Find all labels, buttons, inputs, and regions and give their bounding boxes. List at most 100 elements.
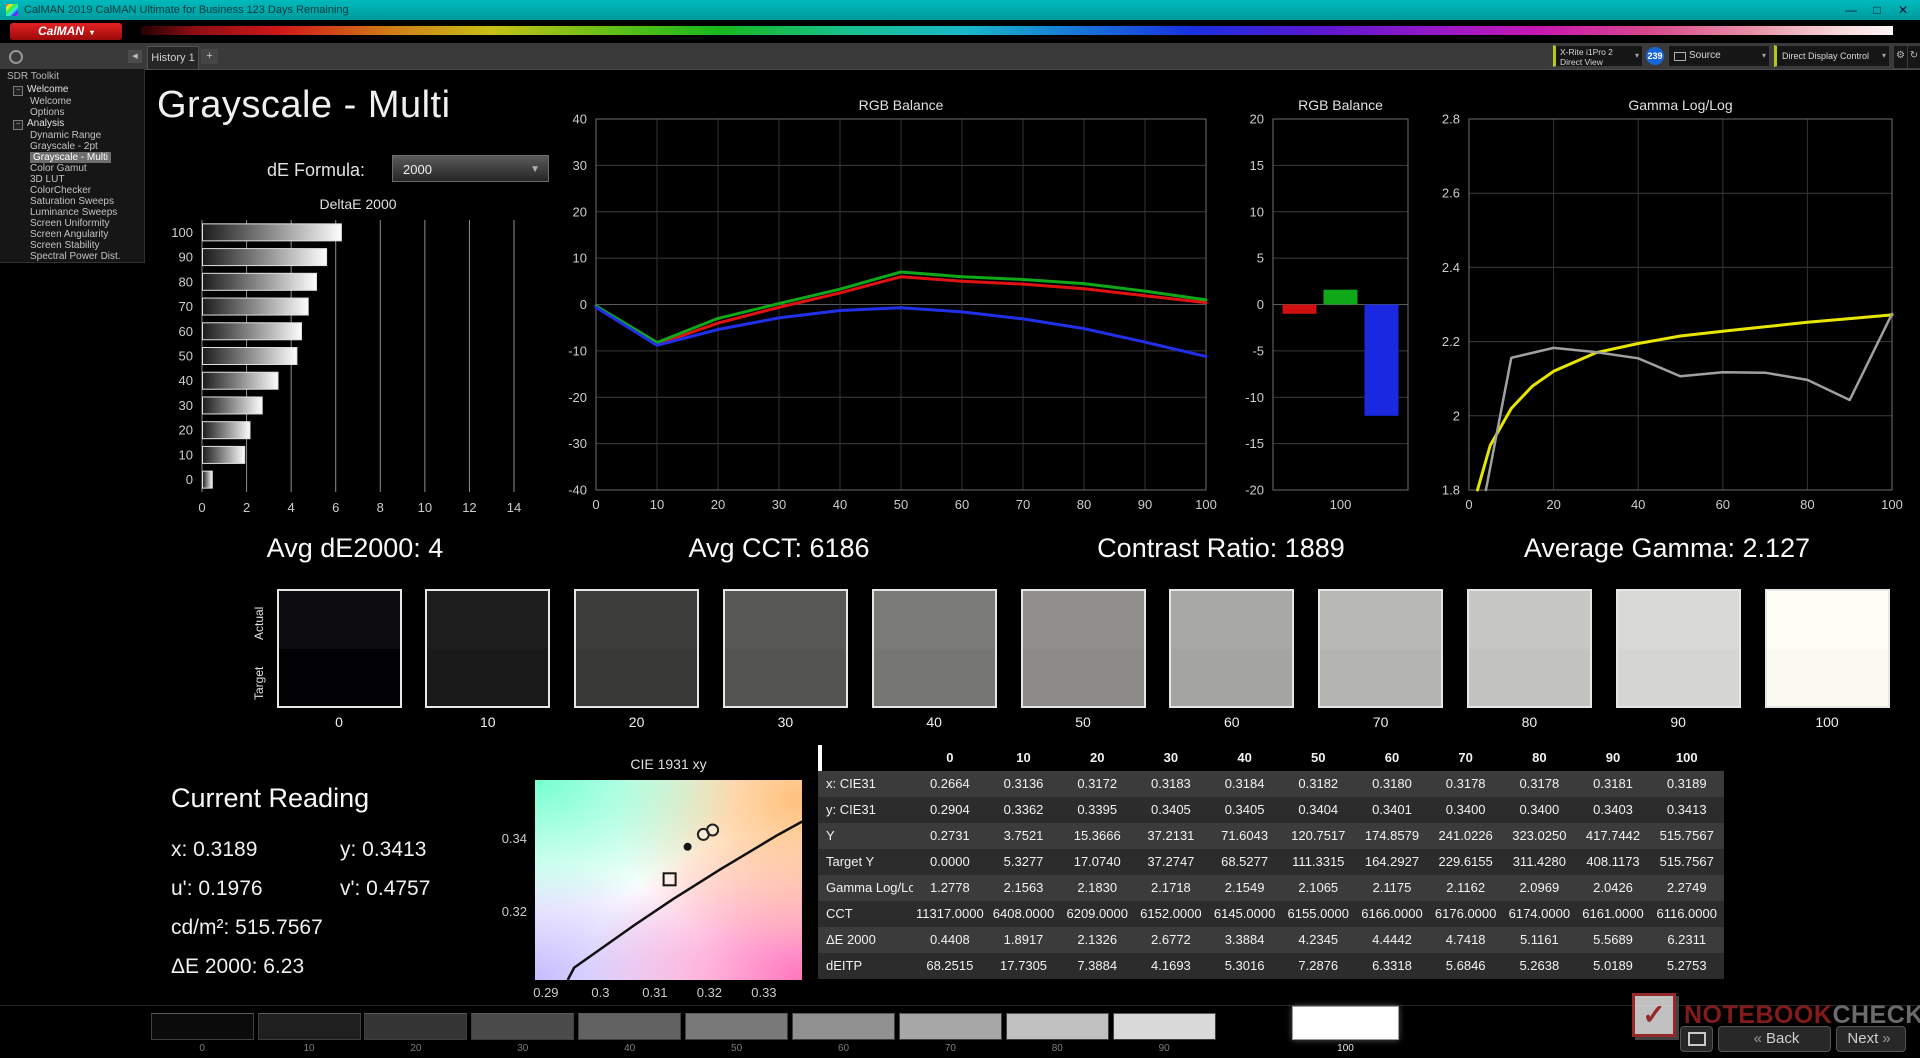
table-cell: 120.7517 — [1281, 823, 1355, 849]
table-cell: 5.2753 — [1650, 953, 1724, 979]
table-cell: 0.3172 — [1060, 771, 1134, 797]
grayscale-step-button-90[interactable] — [1113, 1013, 1216, 1040]
table-cell: 0.3181 — [1576, 771, 1650, 797]
table-header-cell: 40 — [1208, 745, 1282, 771]
table-cell: 0.3136 — [987, 771, 1061, 797]
sidebar-item-grayscale-2pt[interactable]: Grayscale - 2pt — [0, 141, 145, 152]
table-cell: 6174.0000 — [1503, 901, 1577, 927]
table-cell: 6408.0000 — [987, 901, 1061, 927]
calman-logo-button[interactable]: CalMAN▾ — [10, 23, 122, 40]
sidebar-item-screen-stability[interactable]: Screen Stability — [0, 240, 145, 251]
grayscale-step-button-80[interactable] — [1006, 1013, 1109, 1040]
table-cell: 0.3404 — [1281, 797, 1355, 823]
sidebar-item-spectral-power-dist-[interactable]: Spectral Power Dist. — [0, 251, 145, 262]
next-button[interactable]: Next» — [1836, 1026, 1906, 1052]
table-row-label: Target Y — [818, 849, 913, 875]
y-axis-tick-label: -10 — [568, 343, 587, 358]
settings-gear-icon[interactable]: ⚙ — [1893, 45, 1908, 69]
minimize-button[interactable]: — — [1838, 0, 1864, 20]
sidebar-item-welcome[interactable]: Welcome — [0, 96, 145, 107]
table-cell: 6.3318 — [1355, 953, 1429, 979]
table-cell: 6161.0000 — [1576, 901, 1650, 927]
avg-de-stat: Avg dE2000: 4 — [267, 533, 444, 564]
table-cell: 2.0426 — [1576, 875, 1650, 901]
sidebar-item-3d-lut[interactable]: 3D LUT — [0, 174, 145, 185]
table-row: y: CIE310.29040.33620.33950.34050.34050.… — [818, 797, 1724, 823]
table-cell: 164.2927 — [1355, 849, 1429, 875]
display-control-dropdown[interactable]: Direct Display Control ▾ — [1774, 45, 1890, 67]
meter-dropdown[interactable]: X-Rite i1Pro 2 Direct View ▾ — [1553, 45, 1643, 67]
sidebar-collapse-button[interactable]: ◀ — [128, 50, 142, 63]
grayscale-step-button-70[interactable] — [899, 1013, 1002, 1040]
y-axis-tick-label: 2.8 — [1442, 113, 1460, 127]
grayscale-step-button-40[interactable] — [578, 1013, 681, 1040]
sidebar-section-welcome[interactable]: −Welcome — [0, 84, 145, 96]
y-axis-tick-label: 2.2 — [1442, 334, 1460, 349]
y-axis-tick-label: 0 — [186, 472, 193, 487]
grayscale-step-button-30[interactable] — [471, 1013, 574, 1040]
grayscale-step-button-60[interactable] — [792, 1013, 895, 1040]
table-cell: 0.2664 — [913, 771, 987, 797]
add-tab-button[interactable]: + — [201, 49, 218, 64]
sidebar-item-luminance-sweeps[interactable]: Luminance Sweeps — [0, 207, 145, 218]
step-button-label: 50 — [717, 1043, 757, 1054]
sidebar-item-screen-angularity[interactable]: Screen Angularity — [0, 229, 145, 240]
sidebar-item-screen-uniformity[interactable]: Screen Uniformity — [0, 218, 145, 229]
close-button[interactable]: ✕ — [1890, 0, 1916, 20]
source-label: Source — [1689, 50, 1721, 61]
grayscale-step-button-50[interactable] — [685, 1013, 788, 1040]
y-axis-tick-label: 70 — [179, 299, 193, 314]
cie-chart-title: CIE 1931 xy — [535, 756, 802, 772]
table-cell: 15.3666 — [1060, 823, 1134, 849]
swatch-actual — [279, 591, 400, 649]
table-row: ΔE 20000.44081.89172.13262.67723.38844.2… — [818, 927, 1724, 953]
sidebar-section-label: Welcome — [27, 84, 69, 95]
step-button-label: 100 — [1326, 1043, 1366, 1054]
sidebar-item-dynamic-range[interactable]: Dynamic Range — [0, 130, 145, 141]
app-menu-icon[interactable] — [9, 50, 23, 64]
sidebar-item-saturation-sweeps[interactable]: Saturation Sweeps — [0, 196, 145, 207]
maximize-button[interactable]: □ — [1864, 0, 1890, 20]
table-row-label: Y — [818, 823, 913, 849]
measured-dot-marker — [684, 843, 692, 851]
refresh-icon[interactable]: ↻ — [1907, 45, 1920, 69]
table-accent-bar — [818, 745, 822, 771]
table-header-cell: 100 — [1650, 745, 1724, 771]
y-axis-tick-label: -40 — [568, 483, 587, 498]
table-cell: 0.2731 — [913, 823, 987, 849]
table-cell: 6155.0000 — [1281, 901, 1355, 927]
sidebar-item-grayscale-multi[interactable]: Grayscale - Multi — [0, 152, 145, 163]
deltae-bar — [203, 446, 245, 463]
sidebar-section-label: Analysis — [27, 118, 64, 129]
table-cell: 2.1162 — [1429, 875, 1503, 901]
x-axis-tick-label: 40 — [833, 497, 847, 512]
sidebar-tree: −WelcomeWelcomeOptions−AnalysisDynamic R… — [0, 84, 145, 262]
step-button-label: 80 — [1037, 1043, 1077, 1054]
back-button[interactable]: «Back — [1718, 1026, 1831, 1052]
grayscale-step-button-0[interactable] — [151, 1013, 254, 1040]
grayscale-step-button-20[interactable] — [364, 1013, 467, 1040]
grayscale-step-button-100[interactable] — [1292, 1006, 1399, 1040]
sidebar-item-options[interactable]: Options — [0, 107, 145, 118]
tree-expander-icon[interactable]: − — [13, 120, 23, 130]
table-cell: 4.7418 — [1429, 927, 1503, 953]
grayscale-step-button-10[interactable] — [258, 1013, 361, 1040]
tree-expander-icon[interactable]: − — [13, 86, 23, 96]
tab-history-1[interactable]: History 1 — [147, 46, 199, 69]
table-row-label: Gamma Log/Log — [818, 875, 913, 901]
sidebar-section-analysis[interactable]: −Analysis — [0, 118, 145, 130]
source-dropdown[interactable]: Source ▾ — [1668, 45, 1770, 67]
de-formula-select[interactable]: 2000 ▼ — [392, 155, 549, 182]
swatch-level-label: 50 — [1021, 714, 1146, 730]
x-axis-tick-label: 4 — [288, 500, 295, 515]
reading-y: y: 0.3413 — [340, 838, 426, 862]
reading-circle-marker — [707, 825, 718, 836]
back-label: Back — [1766, 1030, 1799, 1047]
pattern-window-button[interactable] — [1680, 1026, 1713, 1052]
sidebar-item-color-gamut[interactable]: Color Gamut — [0, 163, 145, 174]
measured-series-line — [1486, 314, 1892, 490]
grayscale-swatch-80 — [1467, 589, 1592, 708]
sidebar-item-colorchecker[interactable]: ColorChecker — [0, 185, 145, 196]
reading-u: u': 0.1976 — [171, 877, 263, 901]
table-header-cell: 80 — [1503, 745, 1577, 771]
